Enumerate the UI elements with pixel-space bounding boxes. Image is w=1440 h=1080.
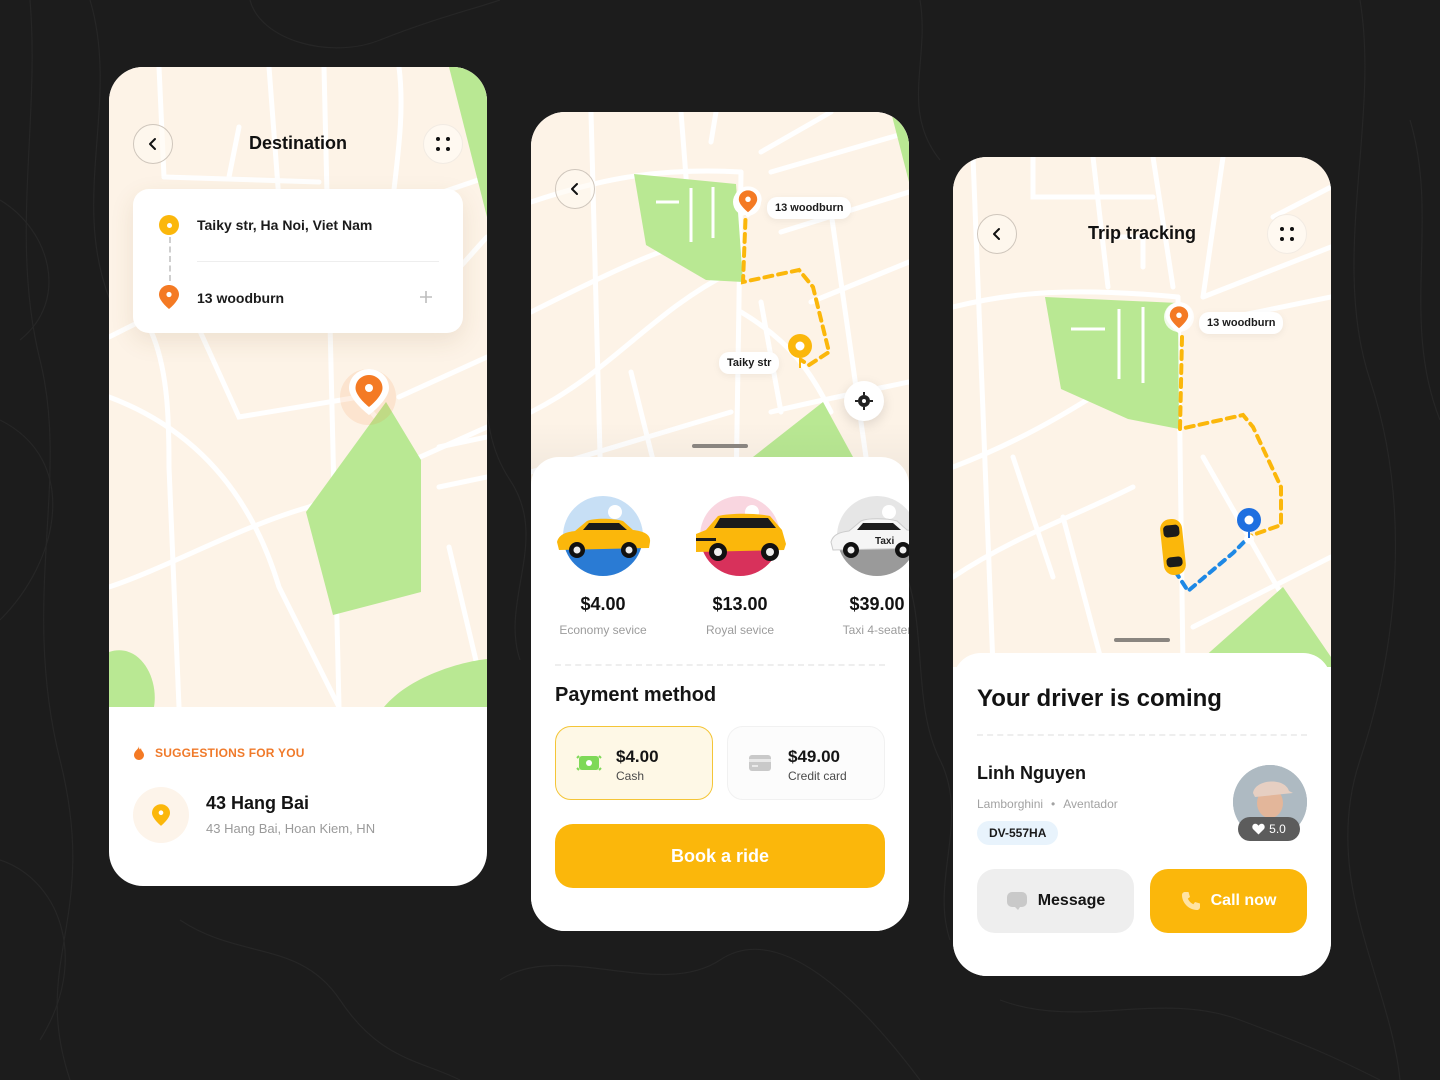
flame-icon — [134, 746, 144, 760]
driver-status-heading: Your driver is coming — [977, 685, 1222, 712]
suggestion-icon-circle — [133, 787, 189, 843]
ride-price: $4.00 — [580, 594, 626, 614]
four-dots-icon — [436, 137, 450, 151]
taxi-car-icon: Taxi — [827, 494, 909, 578]
divider — [977, 734, 1307, 736]
ride-options-list: $4.00 Economy sevice $13.00 Royal sevice… — [531, 494, 909, 644]
message-button[interactable]: Message — [977, 869, 1134, 933]
ride-price: $13.00 — [712, 594, 768, 614]
trip-tracking-screen: Trip tracking 13 woodburn Your driver is… — [953, 157, 1331, 976]
destination-field[interactable]: 13 woodburn — [197, 290, 284, 306]
select-ride-screen: 13 woodburn Taiky str $4.00 Economy sevi… — [531, 112, 909, 931]
destination-label: 13 woodburn — [767, 197, 852, 219]
driver-rating-badge: 5.0 — [1238, 817, 1300, 841]
payment-amount: $49.00 — [788, 747, 840, 766]
route-card: Taiky str, Ha Noi, Viet Nam 13 woodburn — [133, 189, 463, 333]
call-label: Call now — [1210, 892, 1277, 909]
driver-car-icon — [1160, 518, 1186, 576]
chat-bubble-icon — [1006, 892, 1027, 910]
payment-option-credit-card[interactable]: $49.00 Credit card — [727, 726, 885, 800]
origin-label: Taiky str — [719, 352, 780, 374]
call-now-button[interactable]: Call now — [1150, 869, 1307, 933]
suggestion-subtitle: 43 Hang Bai, Hoan Kiem, HN — [206, 821, 376, 836]
plus-icon[interactable] — [419, 290, 433, 304]
suggestions-heading-text: SUGGESTIONS FOR YOU — [155, 746, 305, 760]
menu-button[interactable] — [423, 124, 463, 164]
car-brand: Lamborghini — [977, 797, 1044, 811]
credit-card-icon — [749, 755, 771, 771]
suv-car-icon — [690, 494, 790, 578]
destination-screen: Destination Taiky str, Ha Noi, Viet Nam … — [109, 67, 487, 886]
ride-option-royal[interactable]: $13.00 Royal sevice — [680, 494, 800, 637]
divider — [555, 664, 885, 666]
cash-icon — [576, 755, 602, 771]
suggestion-item[interactable]: 43 Hang Bai 43 Hang Bai, Hoan Kiem, HN — [133, 787, 463, 847]
rating-value: 5.0 — [1269, 822, 1286, 836]
ride-name: Taxi 4-seater — [842, 623, 909, 637]
destination-pin-icon[interactable] — [733, 184, 763, 220]
crosshair-icon — [855, 392, 873, 410]
map-pin-icon — [152, 804, 170, 826]
map-view[interactable] — [109, 67, 487, 707]
four-dots-icon — [1280, 227, 1294, 241]
destination-pin-icon[interactable] — [1164, 300, 1194, 336]
ride-name: Economy sevice — [559, 623, 647, 637]
origin-pin-icon[interactable] — [788, 334, 812, 370]
ride-option-taxi[interactable]: Taxi $39.00 Taxi 4-seater — [817, 494, 909, 637]
payment-amount: $4.00 — [616, 747, 659, 766]
menu-button[interactable] — [1267, 214, 1307, 254]
user-location-pin-icon — [1237, 508, 1261, 544]
driver-car-info: Lamborghini • Aventador — [977, 797, 1118, 811]
origin-field[interactable]: Taiky str, Ha Noi, Viet Nam — [197, 217, 372, 233]
payment-label: Credit card — [788, 769, 847, 783]
suggestions-heading: SUGGESTIONS FOR YOU — [133, 746, 305, 760]
locate-button[interactable] — [844, 381, 884, 421]
sedan-car-icon — [553, 494, 653, 578]
map-view[interactable] — [531, 112, 909, 492]
heart-icon — [1252, 823, 1265, 835]
destination-label: 13 woodburn — [1199, 312, 1284, 334]
taxi-badge: Taxi — [875, 536, 894, 547]
chevron-left-icon — [571, 183, 578, 195]
driver-name: Linh Nguyen — [977, 763, 1086, 783]
route-connector — [169, 237, 171, 281]
payment-method-title: Payment method — [555, 684, 717, 706]
suggestion-title: 43 Hang Bai — [206, 793, 310, 813]
car-model: Aventador — [1063, 797, 1118, 811]
origin-dot-icon — [159, 215, 179, 235]
ride-name: Royal sevice — [705, 623, 775, 637]
phone-icon — [1181, 892, 1200, 910]
sheet-grabber[interactable] — [692, 444, 748, 448]
divider — [197, 261, 439, 262]
separator-dot: • — [1051, 797, 1056, 811]
sheet-grabber[interactable] — [1114, 638, 1170, 642]
payment-label: Cash — [616, 769, 645, 783]
payment-option-cash[interactable]: $4.00 Cash — [555, 726, 713, 800]
book-ride-button[interactable]: Book a ride — [555, 824, 885, 888]
ride-option-economy[interactable]: $4.00 Economy sevice — [543, 494, 663, 637]
message-label: Message — [1037, 892, 1106, 909]
destination-pin-icon — [159, 285, 179, 309]
license-plate-badge: DV-557HA — [977, 821, 1059, 845]
back-button[interactable] — [555, 169, 595, 209]
map-pin-icon[interactable] — [347, 367, 391, 417]
ride-price: $39.00 — [849, 594, 905, 614]
